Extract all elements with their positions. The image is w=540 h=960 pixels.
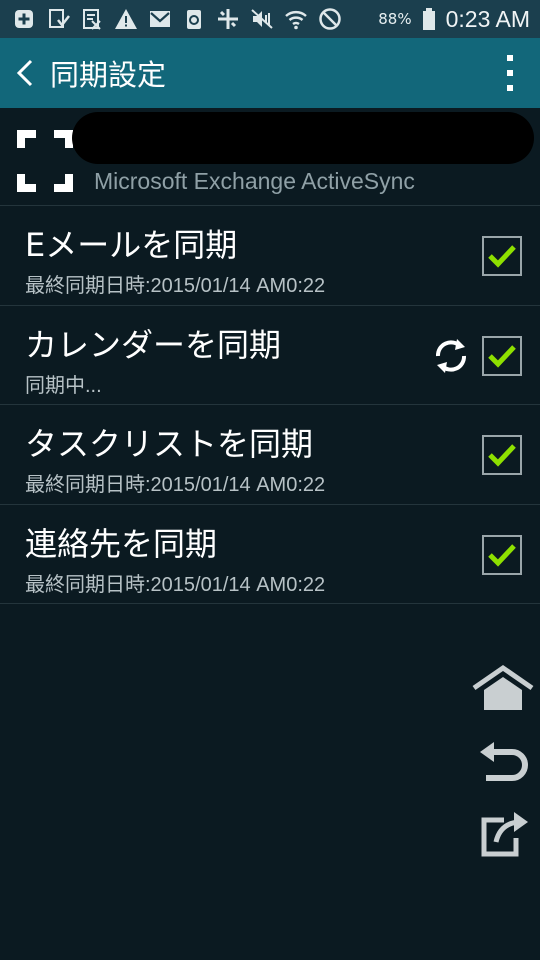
sync-item-title: Eメールを同期 [25, 226, 238, 264]
sync-checkbox[interactable] [482, 534, 522, 575]
check-icon [488, 344, 516, 368]
blocked-icon [318, 7, 342, 31]
notification-icons [12, 7, 342, 31]
status-bar: 88% 0:23 AM [0, 0, 540, 38]
mail-icon [148, 7, 172, 31]
account-header: Microsoft Exchange ActiveSync [0, 108, 540, 206]
sync-item-title: タスクリストを同期 [25, 425, 314, 463]
clock: 0:23 AM [445, 5, 530, 32]
sync-item-subtitle: 最終同期日時:2015/01/14 AM0:22 [25, 573, 326, 596]
home-icon [472, 664, 534, 710]
sync-item-email[interactable]: Eメールを同期 最終同期日時:2015/01/14 AM0:22 [0, 206, 540, 306]
download-icon [46, 7, 70, 31]
undo-button[interactable] [476, 738, 532, 790]
action-bar: 同期設定 [0, 38, 540, 108]
home-button[interactable] [470, 664, 536, 716]
sync-list: Eメールを同期 最終同期日時:2015/01/14 AM0:22 カレンダーを同… [0, 206, 540, 604]
sync-item-contacts[interactable]: 連絡先を同期 最終同期日時:2015/01/14 AM0:22 [0, 505, 540, 604]
share-button[interactable] [476, 808, 532, 860]
mute-icon [250, 7, 274, 31]
battery-percent: 88% [378, 10, 412, 28]
calendar-icon [80, 7, 104, 31]
warning-icon [114, 7, 138, 31]
check-icon [488, 543, 516, 567]
sync-item-calendar[interactable]: カレンダーを同期 同期中... [0, 306, 540, 405]
share-icon [481, 812, 528, 857]
check-icon [488, 245, 516, 268]
undo-icon [480, 742, 528, 781]
sync-checkbox[interactable] [482, 335, 522, 376]
check-icon [488, 444, 516, 467]
account-name-redacted-tail [140, 138, 522, 162]
sync-refresh-icon [436, 338, 466, 373]
wifi-icon [284, 7, 308, 31]
sync-checkbox[interactable] [482, 435, 522, 475]
sync-item-subtitle: 最終同期日時:2015/01/14 AM0:22 [25, 474, 326, 496]
overflow-menu-icon [507, 55, 513, 91]
sync-checkbox[interactable] [482, 236, 522, 276]
sync-item-subtitle: 最終同期日時:2015/01/14 AM0:22 [25, 275, 326, 297]
data-sync-icon [216, 7, 240, 31]
sync-item-title: カレンダーを同期 [25, 325, 282, 364]
sync-item-title: 連絡先を同期 [25, 524, 218, 563]
status-right: 88% 0:23 AM [378, 6, 530, 33]
sync-item-tasks[interactable]: タスクリストを同期 最終同期日時:2015/01/14 AM0:22 [0, 405, 540, 505]
exchange-account-icon [17, 130, 73, 192]
battery-icon [422, 7, 436, 31]
chevron-left-icon [16, 59, 33, 87]
overflow-menu-button[interactable] [480, 38, 540, 108]
recycle-icon [182, 7, 206, 31]
page-title: 同期設定 [50, 58, 167, 92]
sync-item-subtitle: 同期中... [25, 374, 102, 397]
add-icon [12, 7, 36, 31]
account-type: Microsoft Exchange ActiveSync [94, 168, 415, 194]
back-button[interactable] [2, 38, 48, 108]
